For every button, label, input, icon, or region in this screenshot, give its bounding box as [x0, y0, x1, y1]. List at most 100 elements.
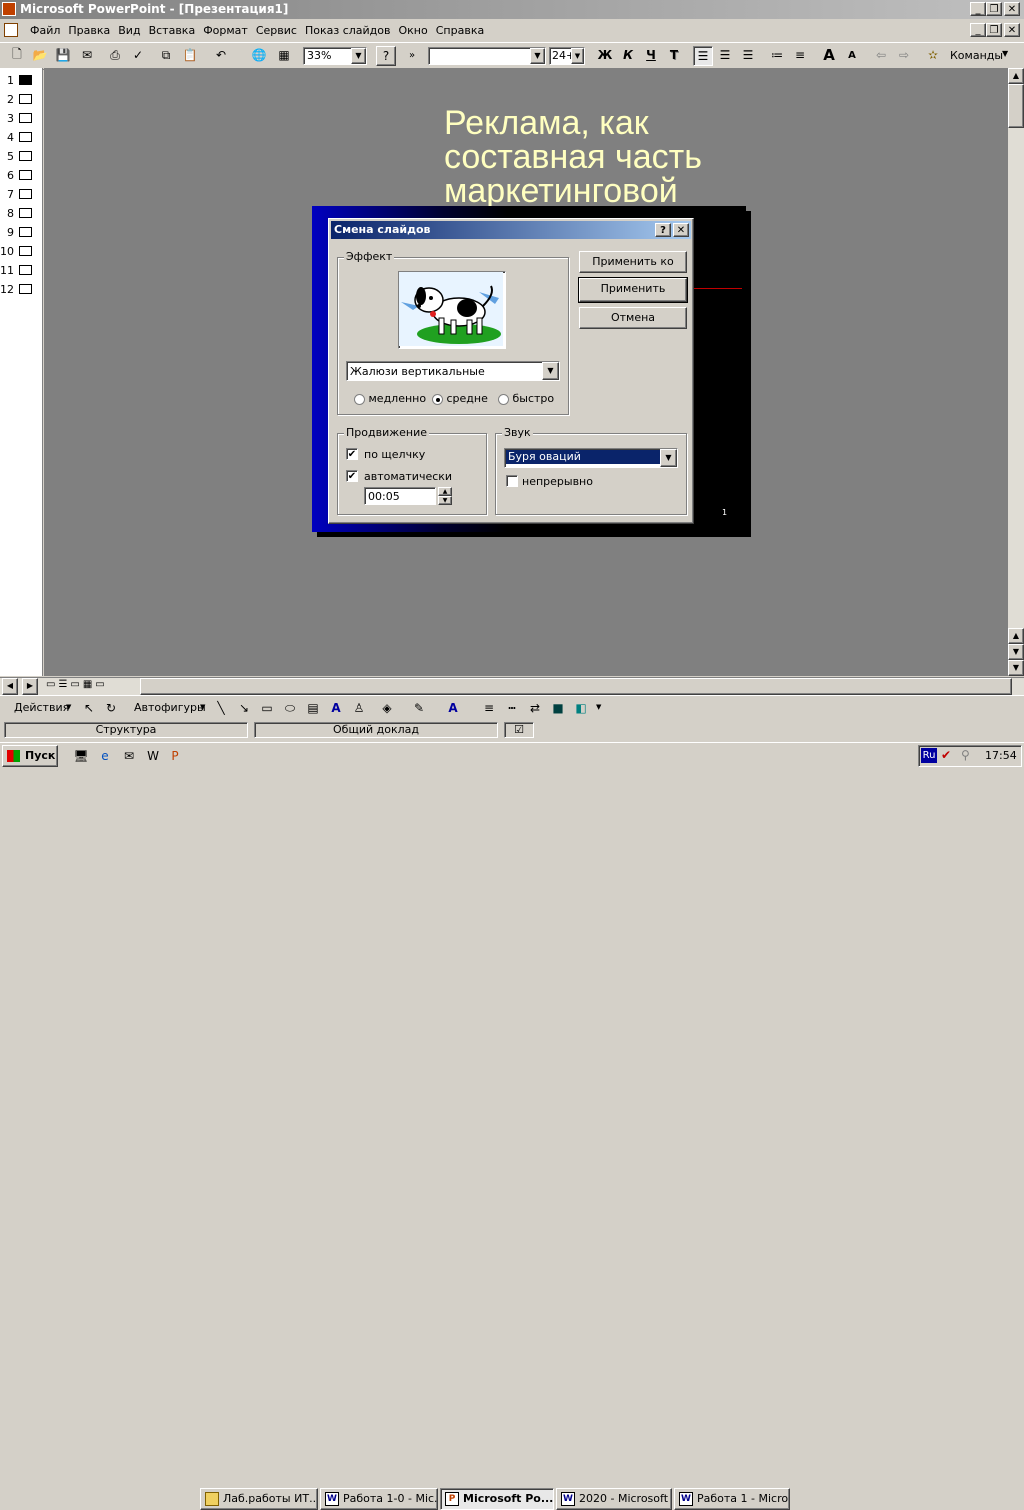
- slide-thumbnail-icon[interactable]: [19, 284, 32, 294]
- view-buttons[interactable]: ▭☰▭▦▭: [46, 679, 108, 690]
- actions-menu[interactable]: Действия: [14, 701, 69, 714]
- radio-icon[interactable]: [498, 393, 509, 405]
- taskbar-item-powerpoint[interactable]: P Microsoft Po...: [440, 1488, 554, 1510]
- speed-medium-radio[interactable]: средне: [432, 392, 488, 405]
- help-icon[interactable]: ?: [376, 46, 396, 66]
- menu-item[interactable]: Сервис: [256, 24, 297, 37]
- apply-to-all-button[interactable]: Применить ко всем: [579, 251, 687, 288]
- rectangle-icon[interactable]: ▭: [258, 699, 276, 717]
- slide-list-item[interactable]: 12: [0, 282, 42, 298]
- clipart-icon[interactable]: ♙: [350, 699, 368, 717]
- minimize-icon[interactable]: _: [970, 2, 986, 16]
- autoshapes-menu[interactable]: Автофигуры: [134, 701, 206, 714]
- spelling-icon[interactable]: ✓: [129, 46, 147, 64]
- chevron-down-icon[interactable]: ▼: [660, 449, 677, 467]
- decrease-font-icon[interactable]: A: [843, 46, 861, 64]
- chevron-down-icon[interactable]: ▼: [200, 703, 205, 711]
- slide-thumbnail-icon[interactable]: [19, 208, 32, 218]
- radio-icon[interactable]: [354, 393, 365, 405]
- select-pointer-icon[interactable]: ↖: [80, 699, 98, 717]
- chevron-down-icon[interactable]: ▼: [66, 703, 71, 711]
- menu-item[interactable]: Вид: [118, 24, 140, 37]
- cancel-button[interactable]: Отмена: [579, 307, 687, 329]
- slide-list-item[interactable]: 2: [2, 92, 42, 108]
- horizontal-scrollbar[interactable]: ◀ ▶ ▭☰▭▦▭: [0, 677, 1024, 695]
- slide-thumbnail-icon[interactable]: [19, 151, 32, 161]
- word-quicklaunch-icon[interactable]: W: [144, 747, 162, 765]
- sound-select[interactable]: Буря оваций ▼: [504, 448, 678, 468]
- dialog-close-icon[interactable]: ✕: [673, 223, 689, 237]
- wordart-icon[interactable]: A: [327, 699, 345, 717]
- slide-list-item[interactable]: 7: [2, 187, 42, 203]
- chevron-down-icon[interactable]: ▼: [542, 362, 559, 380]
- promote-icon[interactable]: ⇦: [872, 46, 890, 64]
- font-name-select[interactable]: ▼: [428, 47, 546, 65]
- horizontal-scroll-thumb[interactable]: [140, 678, 1012, 695]
- powerpoint-app-icon[interactable]: [2, 2, 16, 16]
- menu-item[interactable]: Показ слайдов: [305, 24, 391, 37]
- scroll-down-icon[interactable]: ▼: [1008, 644, 1024, 660]
- doc-close-icon[interactable]: ✕: [1004, 23, 1020, 37]
- tables-icon[interactable]: ▦: [275, 46, 293, 64]
- tray-app-icon[interactable]: ✔: [941, 748, 951, 762]
- arrow-style-icon[interactable]: ⇄: [526, 699, 544, 717]
- speed-fast-radio[interactable]: быстро: [498, 392, 554, 405]
- oval-icon[interactable]: ⬭: [281, 699, 299, 717]
- slide-list-item[interactable]: 10: [0, 244, 42, 260]
- auto-after-checkbox[interactable]: ✔: [346, 470, 358, 482]
- doc-minimize-icon[interactable]: _: [970, 23, 986, 37]
- slide-thumbnail-icon[interactable]: [19, 170, 32, 180]
- on-click-checkbox[interactable]: ✔: [346, 448, 358, 460]
- chevron-down-icon[interactable]: ▼: [1002, 49, 1008, 58]
- rotate-icon[interactable]: ↻: [102, 699, 120, 717]
- network-icon[interactable]: ⚲: [961, 748, 970, 762]
- align-left-icon[interactable]: ☰: [693, 46, 713, 66]
- demote-icon[interactable]: ⇨: [895, 46, 913, 64]
- paste-icon[interactable]: 📋: [181, 46, 199, 64]
- loop-checkbox[interactable]: [506, 475, 518, 487]
- new-file-icon[interactable]: 🗋: [8, 46, 26, 64]
- slide-thumbnail-icon[interactable]: [19, 227, 32, 237]
- taskbar-item-folder[interactable]: Лаб.работы ИТ...: [200, 1488, 318, 1510]
- taskbar-item-word-2[interactable]: W 2020 - Microsoft ...: [556, 1488, 672, 1510]
- slide-list-item[interactable]: 9: [2, 225, 42, 241]
- slide-list-item[interactable]: 6: [2, 168, 42, 184]
- apply-button[interactable]: Применить: [578, 277, 688, 303]
- dialog-help-icon[interactable]: ?: [655, 223, 671, 237]
- slide-list-item[interactable]: 1: [2, 73, 42, 89]
- chevron-down-icon[interactable]: ▼: [530, 48, 545, 64]
- 3d-icon[interactable]: ◧: [572, 699, 590, 717]
- speed-slow-radio[interactable]: медленно: [354, 392, 426, 405]
- effect-select[interactable]: Жалюзи вертикальные ▼: [346, 361, 560, 381]
- close-icon[interactable]: ✕: [1004, 2, 1020, 16]
- slide-thumbnail-icon[interactable]: [19, 113, 32, 123]
- commands-button[interactable]: Команды: [950, 49, 1003, 62]
- radio-selected-icon[interactable]: [432, 393, 443, 405]
- increase-font-icon[interactable]: A: [820, 46, 838, 64]
- slide-list-item[interactable]: 8: [2, 206, 42, 222]
- taskbar-item-word-1[interactable]: W Работа 1-0 - Mic...: [320, 1488, 438, 1510]
- menu-item[interactable]: Правка: [68, 24, 110, 37]
- scroll-up-icon[interactable]: ▲: [1008, 68, 1024, 84]
- doc-restore-icon[interactable]: ❐: [986, 23, 1002, 37]
- slide-thumbnail-icon[interactable]: [19, 75, 32, 85]
- shadow-icon[interactable]: ■: [549, 699, 567, 717]
- slide-thumbnail-icon[interactable]: [19, 132, 32, 142]
- menu-item[interactable]: Вставка: [149, 24, 196, 37]
- scroll-down-icon[interactable]: ▼: [1008, 660, 1024, 676]
- dash-style-icon[interactable]: ┅: [503, 699, 521, 717]
- menu-item[interactable]: Окно: [399, 24, 428, 37]
- slide-list-item[interactable]: 4: [2, 130, 42, 146]
- restore-icon[interactable]: ❐: [986, 2, 1002, 16]
- menu-item[interactable]: Справка: [436, 24, 484, 37]
- font-size-select[interactable]: 24+ ▼: [549, 47, 585, 65]
- scroll-left-icon[interactable]: ◀: [2, 678, 18, 695]
- start-button[interactable]: Пуск: [2, 745, 58, 767]
- print-icon[interactable]: ⎙: [106, 46, 124, 64]
- copy-icon[interactable]: ⧉: [157, 46, 175, 64]
- slide-thumbnail-icon[interactable]: [19, 246, 32, 256]
- font-color-icon[interactable]: A: [444, 699, 462, 717]
- textbox-icon[interactable]: ▤: [304, 699, 322, 717]
- save-icon[interactable]: 💾: [54, 46, 72, 64]
- slide-thumbnail-icon[interactable]: [19, 265, 32, 275]
